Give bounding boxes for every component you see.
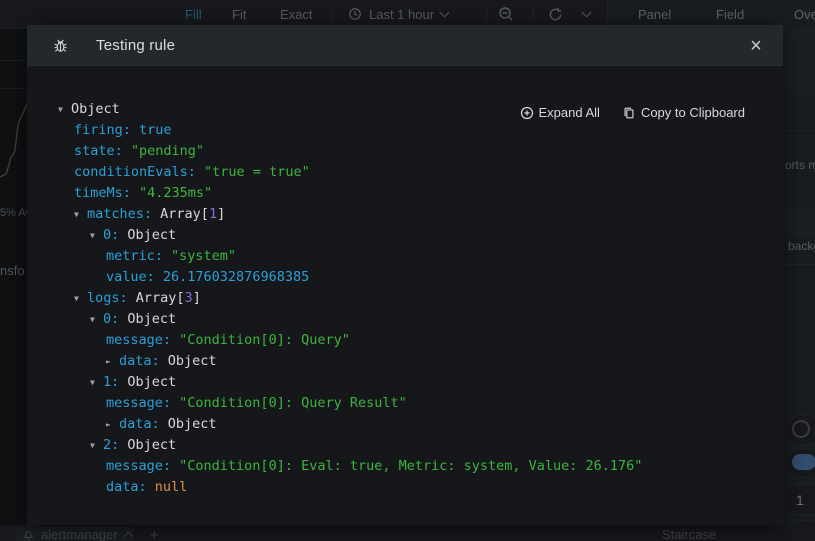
caret-right-icon[interactable]: ► (106, 351, 119, 372)
tree-row: state: "pending" (27, 141, 783, 162)
circle-plus-icon (520, 106, 534, 120)
tree-row: message: "Condition[0]: Query Result" (27, 393, 783, 414)
tree-key: message: (106, 458, 171, 474)
caret-down-icon[interactable]: ▼ (90, 225, 103, 246)
tree-plain: Object (160, 353, 217, 369)
tree-row[interactable]: ►data: Object (27, 351, 783, 372)
tree-idx: 3 (185, 290, 193, 306)
tree-key: message: (106, 332, 171, 348)
grafana-app: Fill Fit Exact Last 1 hour (0, 0, 815, 541)
tree-key: firing: (74, 122, 131, 138)
tree-plain: Object (160, 416, 217, 432)
json-tree: ▼Objectfiring: truestate: "pending"condi… (27, 99, 783, 498)
tree-row: message: "Condition[0]: Query" (27, 330, 783, 351)
tree-key: data: (106, 479, 147, 495)
tree-bool: true (131, 122, 172, 138)
tree-row: message: "Condition[0]: Eval: true, Metr… (27, 456, 783, 477)
tree-row: value: 26.176032876968385 (27, 267, 783, 288)
expand-all-button[interactable]: Expand All (520, 105, 600, 120)
tree-key: state: (74, 143, 123, 159)
caret-down-icon[interactable]: ▼ (90, 309, 103, 330)
tree-plain: Object (119, 311, 176, 327)
caret-down-icon[interactable]: ▼ (58, 99, 71, 120)
tree-str: "Condition[0]: Eval: true, Metric: syste… (171, 458, 642, 474)
tree-key: data: (119, 353, 160, 369)
copy-icon (622, 106, 636, 120)
tree-key: 2: (103, 437, 119, 453)
tree-row[interactable]: ▼matches: Array[1] (27, 204, 783, 225)
tree-str: "4.235ms" (131, 185, 212, 201)
copy-to-clipboard-label: Copy to Clipboard (641, 105, 745, 120)
tree-key: metric: (106, 248, 163, 264)
tree-str: "pending" (123, 143, 204, 159)
tree-row[interactable]: ►data: Object (27, 414, 783, 435)
tree-row[interactable]: ▼logs: Array[3] (27, 288, 783, 309)
tree-plain: Array[ (152, 206, 209, 222)
tree-row: data: null (27, 477, 783, 498)
bug-icon (51, 37, 70, 54)
caret-down-icon[interactable]: ▼ (74, 204, 87, 225)
tree-plain: ] (193, 290, 201, 306)
caret-right-icon[interactable]: ► (106, 414, 119, 435)
copy-to-clipboard-button[interactable]: Copy to Clipboard (622, 105, 745, 120)
tree-str: "true = true" (196, 164, 310, 180)
modal-header: Testing rule × (27, 25, 783, 66)
tree-key: 0: (103, 311, 119, 327)
tree-null: null (147, 479, 188, 495)
tree-plain: Object (119, 374, 176, 390)
tree-row[interactable]: ▼2: Object (27, 435, 783, 456)
tree-plain: Object (119, 437, 176, 453)
tree-num: 26.176032876968385 (155, 269, 309, 285)
testing-rule-modal: Testing rule × Expand All C (27, 25, 783, 525)
tree-row[interactable]: ▼0: Object (27, 225, 783, 246)
tree-row[interactable]: ▼1: Object (27, 372, 783, 393)
caret-down-icon[interactable]: ▼ (90, 372, 103, 393)
caret-down-icon[interactable]: ▼ (90, 435, 103, 456)
expand-all-label: Expand All (539, 105, 600, 120)
tree-row: firing: true (27, 120, 783, 141)
tree-row: metric: "system" (27, 246, 783, 267)
tree-plain: Object (71, 101, 120, 117)
tree-plain: Array[ (128, 290, 185, 306)
tree-key: data: (119, 416, 160, 432)
tree-key: message: (106, 395, 171, 411)
tree-str: "Condition[0]: Query Result" (171, 395, 407, 411)
tree-key: conditionEvals: (74, 164, 196, 180)
tree-key: logs: (87, 290, 128, 306)
close-icon[interactable]: × (743, 33, 769, 59)
tree-row[interactable]: ▼0: Object (27, 309, 783, 330)
tree-str: "Condition[0]: Query" (171, 332, 350, 348)
tree-row: conditionEvals: "true = true" (27, 162, 783, 183)
json-actions: Expand All Copy to Clipboard (520, 105, 746, 120)
tree-key: timeMs: (74, 185, 131, 201)
tree-key: value: (106, 269, 155, 285)
caret-down-icon[interactable]: ▼ (74, 288, 87, 309)
tree-plain: ] (217, 206, 225, 222)
tree-plain: Object (119, 227, 176, 243)
tree-idx: 1 (209, 206, 217, 222)
tree-str: "system" (163, 248, 236, 264)
modal-title: Testing rule (96, 37, 175, 54)
tree-key: matches: (87, 206, 152, 222)
tree-key: 0: (103, 227, 119, 243)
tree-row: timeMs: "4.235ms" (27, 183, 783, 204)
tree-key: 1: (103, 374, 119, 390)
